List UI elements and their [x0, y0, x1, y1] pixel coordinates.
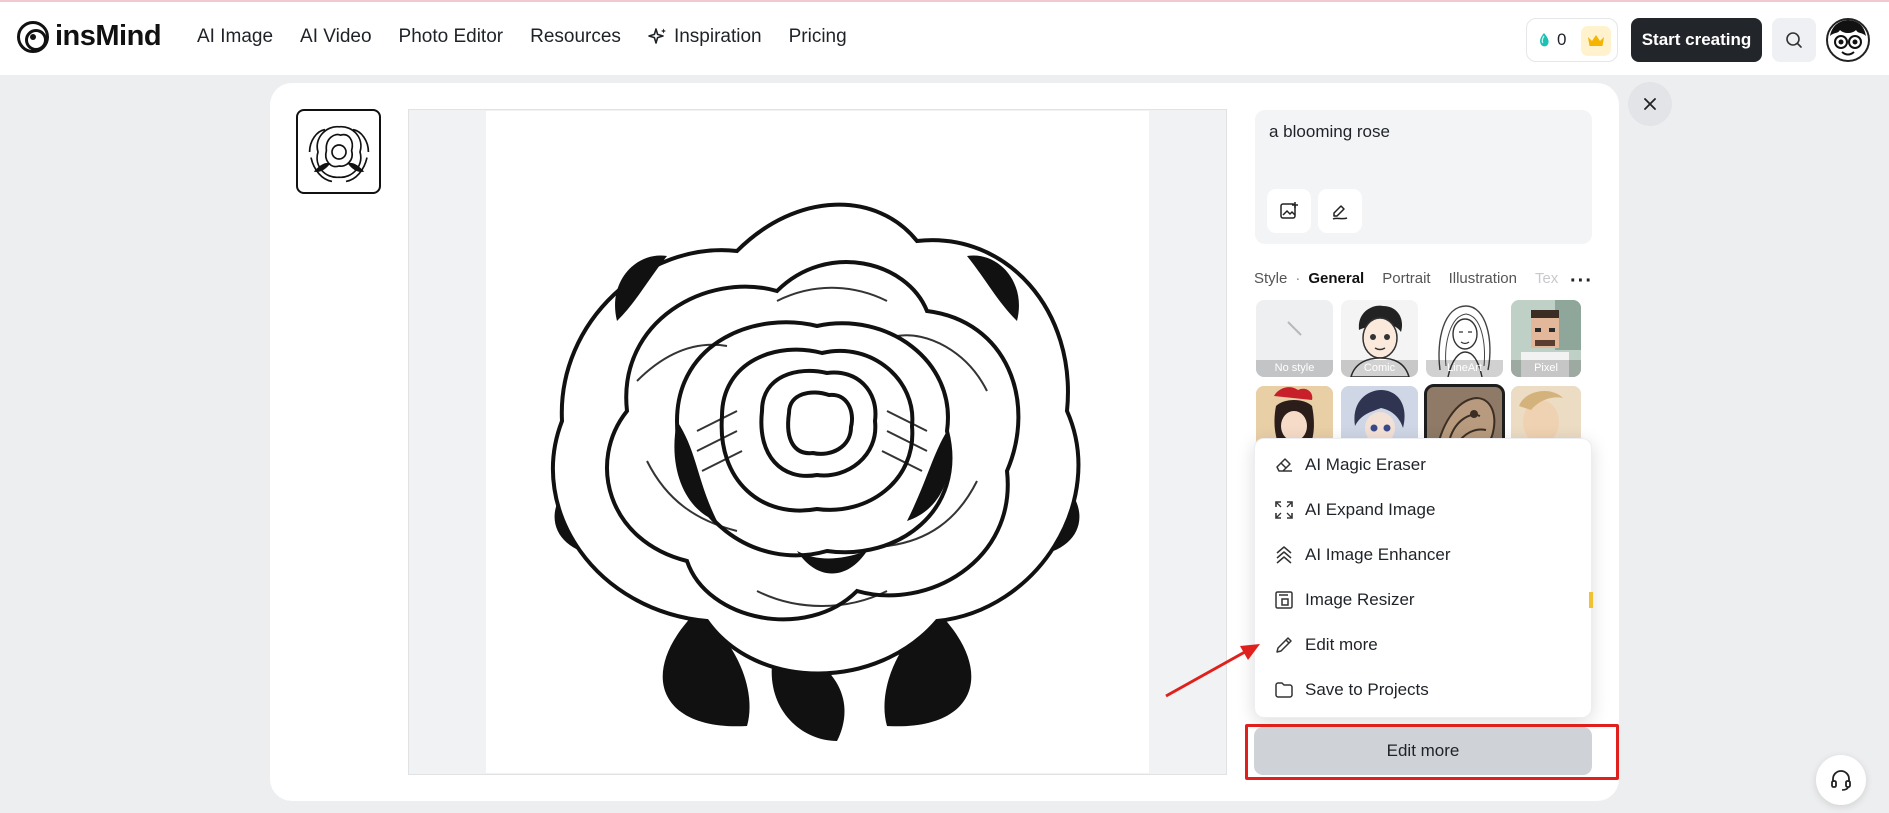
- rose-thumbnail-image: [308, 125, 369, 182]
- nav-label: Photo Editor: [398, 26, 504, 47]
- more-styles-icon[interactable]: ···: [1570, 270, 1593, 293]
- nav-item-ai-video[interactable]: AI Video: [300, 26, 371, 48]
- tab-separator: ·: [1295, 270, 1301, 287]
- nav-label: Pricing: [788, 26, 847, 47]
- credit-drop-icon: [1540, 33, 1549, 47]
- image-canvas: [408, 109, 1227, 775]
- close-icon: [1644, 98, 1656, 110]
- menu-item-label: Image Resizer: [1305, 590, 1415, 609]
- credits-indicator[interactable]: 0: [1526, 18, 1618, 62]
- close-modal-button[interactable]: [1628, 82, 1672, 126]
- no-style-slash-icon: [1287, 321, 1302, 336]
- tile-label: Pixel: [1511, 360, 1581, 377]
- tile-label: LineArt: [1426, 360, 1503, 377]
- crown-icon: [1581, 26, 1611, 56]
- menu-item-label: AI Image Enhancer: [1305, 545, 1451, 564]
- tile-label: Comic: [1341, 360, 1418, 377]
- menu-item-save-to-projects[interactable]: Save to Projects: [1274, 678, 1429, 702]
- menu-item-image-resizer[interactable]: Image Resizer: [1274, 588, 1415, 612]
- nav-item-pricing[interactable]: Pricing: [789, 26, 847, 48]
- generated-image[interactable]: [486, 111, 1149, 773]
- main-nav: AI Image AI Video Photo Editor Resources…: [197, 26, 847, 48]
- add-image-icon: [1280, 202, 1298, 219]
- resize-icon: [1275, 591, 1293, 609]
- menu-item-label: AI Magic Eraser: [1305, 455, 1426, 474]
- sketch-icon: [1332, 205, 1348, 220]
- style-tile-pixel[interactable]: Pixel: [1511, 300, 1581, 377]
- nav-label: AI Video: [300, 26, 372, 47]
- eraser-icon: [1276, 458, 1292, 472]
- search-button[interactable]: [1772, 18, 1816, 62]
- tab-text-effect[interactable]: Tex: [1535, 270, 1558, 287]
- nav-label: AI Image: [197, 26, 274, 47]
- tile-label: No style: [1256, 360, 1333, 377]
- rose-illustration: [551, 202, 1081, 741]
- avatar-face-icon: [1830, 20, 1866, 56]
- add-image-button[interactable]: [1267, 189, 1311, 233]
- style-tabs: Style · General Portrait Illustration Te…: [1254, 270, 1576, 287]
- edit-options-menu: AI Magic Eraser AI Expand Image AI Image…: [1254, 438, 1592, 718]
- menu-item-ai-expand-image[interactable]: AI Expand Image: [1274, 498, 1435, 522]
- menu-item-label: Edit more: [1305, 635, 1378, 654]
- start-creating-button[interactable]: Start creating: [1631, 18, 1762, 62]
- tab-general[interactable]: General: [1308, 270, 1364, 287]
- enhance-icon: [1276, 546, 1292, 564]
- nav-item-inspiration[interactable]: Inspiration: [648, 26, 762, 48]
- slider-accent-mark: [1589, 592, 1593, 608]
- prompt-box[interactable]: a blooming rose: [1255, 110, 1592, 244]
- style-tile-lineart[interactable]: LineArt: [1426, 300, 1503, 377]
- menu-item-label: AI Expand Image: [1305, 500, 1436, 519]
- nav-label: Inspiration: [673, 26, 762, 47]
- nav-item-photo-editor[interactable]: Photo Editor: [399, 26, 504, 48]
- insmind-logo[interactable]: insMind: [17, 20, 162, 53]
- menu-item-ai-magic-eraser[interactable]: AI Magic Eraser: [1274, 453, 1426, 477]
- top-navigation-bar: insMind AI Image AI Video Photo Editor R…: [0, 0, 1889, 75]
- brand-name: insMind: [55, 20, 162, 52]
- style-label: Style: [1254, 270, 1288, 287]
- annotation-arrow: [1165, 644, 1260, 698]
- headset-icon: [1831, 770, 1851, 791]
- folder-icon: [1275, 682, 1293, 698]
- style-tile-comic[interactable]: Comic: [1341, 300, 1418, 377]
- search-icon: [1786, 32, 1802, 48]
- pencil-icon: [1276, 637, 1292, 653]
- tab-portrait[interactable]: Portrait: [1382, 270, 1430, 287]
- menu-item-edit-more[interactable]: Edit more: [1274, 633, 1378, 657]
- menu-item-ai-image-enhancer[interactable]: AI Image Enhancer: [1274, 543, 1451, 567]
- menu-item-label: Save to Projects: [1305, 680, 1429, 699]
- annotation-highlight-box: [1245, 724, 1619, 780]
- result-thumbnail[interactable]: [296, 109, 381, 194]
- credits-count: 0: [1557, 30, 1567, 49]
- sketch-button[interactable]: [1318, 189, 1362, 233]
- logo-mark-icon: [17, 20, 49, 53]
- expand-icon: [1275, 501, 1293, 519]
- nav-item-ai-image[interactable]: AI Image: [197, 26, 273, 48]
- sparkle-icon: [648, 28, 666, 44]
- support-chat-button[interactable]: [1816, 755, 1866, 805]
- user-avatar[interactable]: [1826, 18, 1870, 62]
- nav-item-resources[interactable]: Resources: [530, 26, 621, 48]
- style-tile-no-style[interactable]: No style: [1256, 300, 1333, 377]
- tab-illustration[interactable]: Illustration: [1449, 270, 1517, 287]
- nav-label: Resources: [530, 26, 621, 47]
- prompt-text: a blooming rose: [1269, 122, 1390, 141]
